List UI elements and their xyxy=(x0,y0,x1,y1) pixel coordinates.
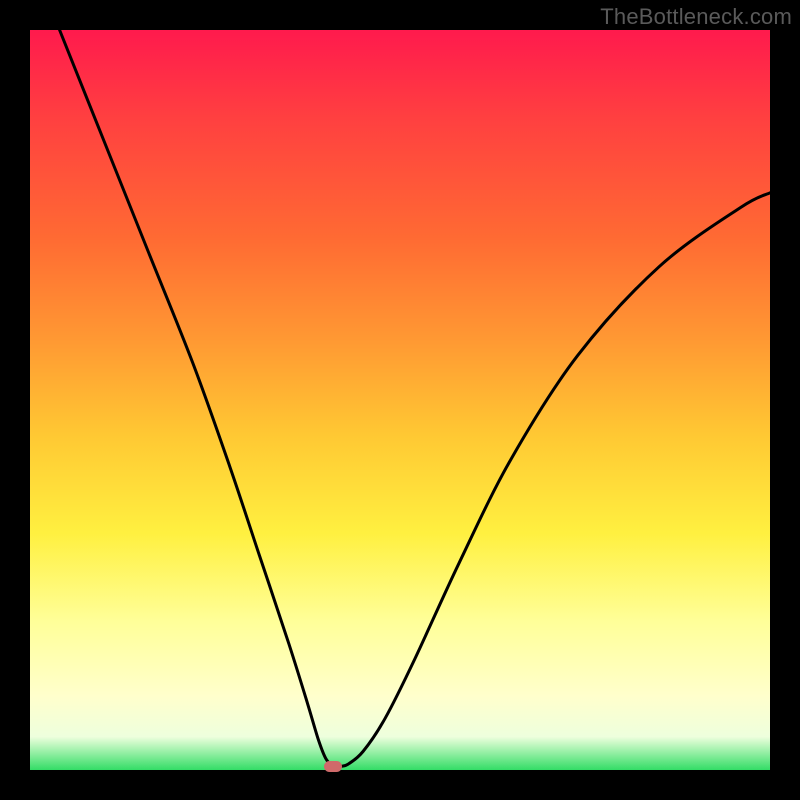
plot-area xyxy=(30,30,770,770)
optimal-marker xyxy=(324,761,342,772)
watermark-text: TheBottleneck.com xyxy=(600,4,792,30)
bottleneck-curve xyxy=(30,30,770,770)
curve-path xyxy=(60,30,770,767)
chart-frame: TheBottleneck.com xyxy=(0,0,800,800)
